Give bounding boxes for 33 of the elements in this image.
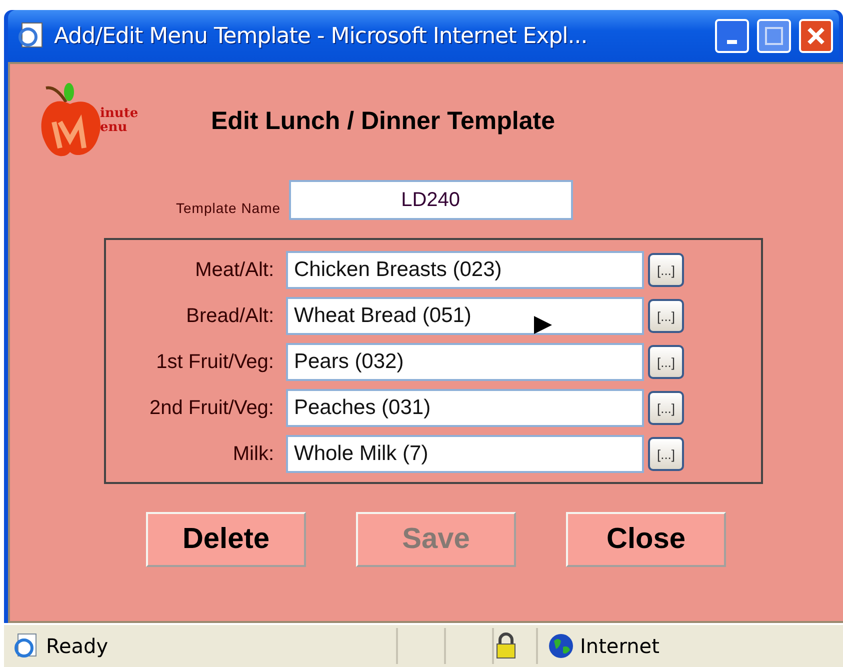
input-field[interactable]: Wheat Bread (051) <box>286 297 644 335</box>
maximize-icon <box>764 26 784 46</box>
field-label: Milk: <box>232 442 274 466</box>
page-heading: Edit Lunch / Dinner Template <box>211 106 556 136</box>
field-label: 2nd Fruit/Veg: <box>148 396 274 420</box>
close-icon <box>806 26 826 46</box>
action-button[interactable]: Delete <box>146 512 306 567</box>
lookup-button[interactable]: [...] <box>648 253 684 287</box>
template-name-field[interactable]: LD240 <box>288 180 573 220</box>
close-button[interactable] <box>799 19 833 53</box>
lookup-button[interactable]: [...] <box>648 437 684 471</box>
zone-text: Internet <box>580 634 660 658</box>
input-field[interactable]: Chicken Breasts (023) <box>286 251 644 289</box>
input-field[interactable]: Whole Milk (7) <box>286 435 644 473</box>
mouse-pointer-icon <box>532 314 554 336</box>
field-label: Bread/Alt: <box>185 304 274 328</box>
input-field[interactable]: Pears (032) <box>286 343 644 381</box>
field-label: 1st Fruit/Veg: <box>155 350 274 374</box>
action-button[interactable]: Close <box>566 512 726 567</box>
logo-text: inute enu <box>100 107 138 135</box>
maximize-button[interactable] <box>757 19 791 53</box>
field-label: Template Name <box>176 200 281 218</box>
input-field[interactable]: Peaches (031) <box>286 389 644 427</box>
lock-icon <box>494 632 518 660</box>
minimize-button[interactable] <box>715 19 749 53</box>
field-label: Meat/Alt: <box>194 258 274 282</box>
window-title: Add/Edit Menu Template - Microsoft Internet Expl... <box>54 24 588 48</box>
globe-icon <box>548 633 574 659</box>
lookup-button[interactable]: [...] <box>648 391 684 425</box>
minimize-icon <box>727 40 737 44</box>
status-text: Ready <box>46 634 108 658</box>
lookup-button[interactable]: [...] <box>648 299 684 333</box>
lookup-button[interactable]: [...] <box>648 345 684 379</box>
